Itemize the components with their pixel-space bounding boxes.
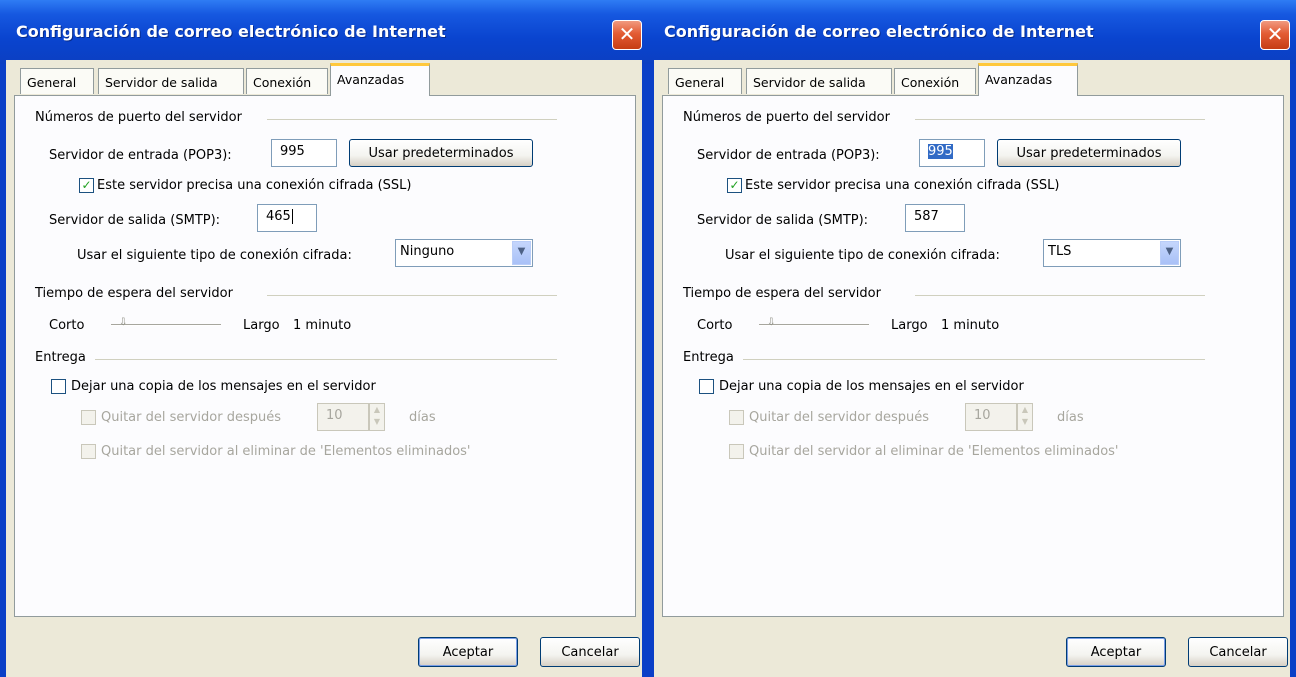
slider-thumb-icon[interactable]: ⇩ xyxy=(119,318,131,328)
close-icon[interactable]: ✕ xyxy=(612,20,642,50)
outgoing-port-value: 465 xyxy=(266,209,291,224)
timeout-short-label: Corto xyxy=(49,318,85,333)
ok-button[interactable]: Aceptar xyxy=(418,637,518,667)
encryption-type-value: TLS xyxy=(1048,244,1072,259)
group-separator xyxy=(267,295,557,296)
group-separator xyxy=(915,119,1205,120)
incoming-server-label: Servidor de entrada (POP3): xyxy=(697,148,880,163)
ok-button[interactable]: Aceptar xyxy=(1066,637,1166,667)
remove-after-label: Quitar del servidor después xyxy=(101,410,282,425)
remove-after-checkbox[interactable] xyxy=(729,410,744,425)
group-label-delivery: Entrega xyxy=(683,350,734,365)
tab-general[interactable]: General xyxy=(20,68,94,94)
outgoing-port-input[interactable]: 587 xyxy=(905,204,965,232)
incoming-port-value: 995 xyxy=(928,144,953,159)
checkmark-icon: ✓ xyxy=(81,178,92,192)
checkmark-icon: ✓ xyxy=(729,178,740,192)
days-label: días xyxy=(409,410,436,425)
outgoing-server-label: Servidor de salida (SMTP): xyxy=(697,213,869,228)
remove-after-label: Quitar del servidor después xyxy=(749,410,930,425)
outgoing-port-input[interactable]: 465 xyxy=(257,204,317,232)
chevron-down-icon[interactable]: ▼ xyxy=(512,241,531,265)
title-bar[interactable]: Configuración de correo electrónico de I… xyxy=(648,0,1296,64)
remove-deleted-label: Quitar del servidor al eliminar de 'Elem… xyxy=(749,444,1119,459)
spin-up-icon[interactable]: ▲ xyxy=(1018,404,1032,416)
use-defaults-button[interactable]: Usar predeterminados xyxy=(997,139,1181,167)
encryption-type-select[interactable]: Ninguno ▼ xyxy=(395,239,533,267)
close-icon[interactable]: ✕ xyxy=(1260,20,1290,50)
tab-outgoing-server[interactable]: Servidor de salida xyxy=(98,68,244,94)
tab-panel-advanced: Números de puerto del servidor Servidor … xyxy=(662,95,1284,617)
ssl-checkbox[interactable]: ✓ xyxy=(727,178,742,193)
leave-copy-checkbox[interactable] xyxy=(51,379,66,394)
group-separator xyxy=(915,295,1205,296)
spin-up-icon[interactable]: ▲ xyxy=(370,404,384,416)
remove-after-days-value: 10 xyxy=(326,408,343,423)
remove-deleted-checkbox[interactable] xyxy=(81,444,96,459)
timeout-value: 1 minuto xyxy=(941,318,1000,333)
remove-deleted-checkbox[interactable] xyxy=(729,444,744,459)
use-defaults-button[interactable]: Usar predeterminados xyxy=(349,139,533,167)
outgoing-port-value: 587 xyxy=(914,209,939,224)
dialog-title: Configuración de correo electrónico de I… xyxy=(16,22,446,41)
timeout-short-label: Corto xyxy=(697,318,733,333)
email-settings-dialog-left: Configuración de correo electrónico de I… xyxy=(0,0,648,677)
days-spinner[interactable]: ▲ ▼ xyxy=(1017,403,1033,431)
days-label: días xyxy=(1057,410,1084,425)
tab-panel-advanced: Números de puerto del servidor Servidor … xyxy=(14,95,636,617)
tab-general[interactable]: General xyxy=(668,68,742,94)
remove-after-days-input[interactable]: 10 xyxy=(317,403,369,431)
timeout-long-label: Largo xyxy=(891,318,928,333)
title-bar[interactable]: Configuración de correo electrónico de I… xyxy=(0,0,648,64)
group-label-server-ports: Números de puerto del servidor xyxy=(35,110,242,125)
tab-connection[interactable]: Conexión xyxy=(894,68,976,94)
remove-after-days-value: 10 xyxy=(974,408,991,423)
group-label-server-timeout: Tiempo de espera del servidor xyxy=(683,286,881,301)
ssl-checkbox-label: Este servidor precisa una conexión cifra… xyxy=(97,178,412,193)
encryption-type-select[interactable]: TLS ▼ xyxy=(1043,239,1181,267)
tab-advanced[interactable]: Avanzadas xyxy=(978,63,1078,96)
ssl-checkbox[interactable]: ✓ xyxy=(79,178,94,193)
encryption-type-label: Usar el siguiente tipo de conexión cifra… xyxy=(725,248,1000,263)
incoming-port-input[interactable]: 995 xyxy=(271,139,337,167)
group-label-delivery: Entrega xyxy=(35,350,86,365)
cancel-button[interactable]: Cancelar xyxy=(1188,637,1288,667)
remove-deleted-label: Quitar del servidor al eliminar de 'Elem… xyxy=(101,444,471,459)
group-separator xyxy=(267,119,557,120)
days-spinner[interactable]: ▲ ▼ xyxy=(369,403,385,431)
tab-advanced[interactable]: Avanzadas xyxy=(330,63,430,96)
spin-down-icon[interactable]: ▼ xyxy=(370,416,384,428)
ssl-checkbox-label: Este servidor precisa una conexión cifra… xyxy=(745,178,1060,193)
incoming-port-input[interactable]: 995 xyxy=(919,139,985,167)
encryption-type-value: Ninguno xyxy=(400,244,455,259)
email-settings-dialog-right: Configuración de correo electrónico de I… xyxy=(648,0,1296,677)
group-separator xyxy=(95,359,557,360)
timeout-value: 1 minuto xyxy=(293,318,352,333)
spin-down-icon[interactable]: ▼ xyxy=(1018,416,1032,428)
chevron-down-icon[interactable]: ▼ xyxy=(1160,241,1179,265)
incoming-server-label: Servidor de entrada (POP3): xyxy=(49,148,232,163)
remove-after-checkbox[interactable] xyxy=(81,410,96,425)
tab-outgoing-server[interactable]: Servidor de salida xyxy=(746,68,892,94)
dialog-title: Configuración de correo electrónico de I… xyxy=(664,22,1094,41)
encryption-type-label: Usar el siguiente tipo de conexión cifra… xyxy=(77,248,352,263)
group-label-server-ports: Números de puerto del servidor xyxy=(683,110,890,125)
text-caret xyxy=(291,209,293,224)
remove-after-days-input[interactable]: 10 xyxy=(965,403,1017,431)
leave-copy-label: Dejar una copia de los mensajes en el se… xyxy=(719,379,1024,394)
tab-connection[interactable]: Conexión xyxy=(246,68,328,94)
incoming-port-value: 995 xyxy=(280,144,305,159)
group-label-server-timeout: Tiempo de espera del servidor xyxy=(35,286,233,301)
slider-thumb-icon[interactable]: ⇩ xyxy=(767,318,779,328)
timeout-long-label: Largo xyxy=(243,318,280,333)
cancel-button[interactable]: Cancelar xyxy=(540,637,640,667)
leave-copy-label: Dejar una copia de los mensajes en el se… xyxy=(71,379,376,394)
group-separator xyxy=(743,359,1205,360)
leave-copy-checkbox[interactable] xyxy=(699,379,714,394)
outgoing-server-label: Servidor de salida (SMTP): xyxy=(49,213,221,228)
